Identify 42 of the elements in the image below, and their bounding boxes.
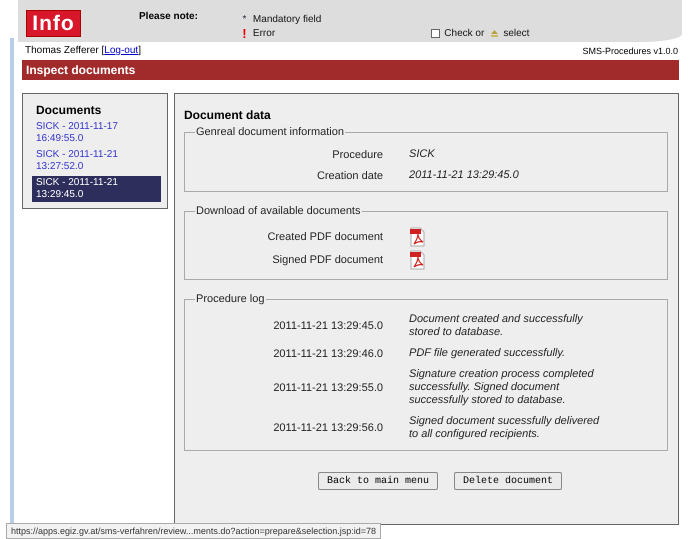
panel-title: Documents <box>36 103 102 117</box>
mandatory-symbol: * <box>241 14 248 24</box>
field-value: SICK <box>409 148 435 161</box>
log-timestamp: 2011-11-21 13:29:55.0 <box>273 382 383 394</box>
document-link[interactable]: SICK - 2011-11-21 13:29:45.0 <box>32 176 161 202</box>
logout-link[interactable]: Log-out <box>104 45 138 56</box>
fieldset-legend: Genreal document information <box>195 126 345 138</box>
action-button[interactable]: Delete document <box>454 472 562 490</box>
document-link[interactable]: SICK - 2011-11-17 16:49:55.0 <box>32 120 161 146</box>
error-symbol: ! <box>241 26 248 40</box>
field-label: Procedure <box>332 148 383 160</box>
log-timestamp: 2011-11-21 13:29:46.0 <box>273 348 383 360</box>
log-message: Document created and successfully stored to database. <box>409 313 583 339</box>
checkbox-icon <box>431 28 440 38</box>
field-label: Signed PDF document <box>272 254 383 266</box>
log-message: Signed document sucessfully delivered to all configured recipients. <box>409 415 600 441</box>
legend-text: select <box>503 28 530 38</box>
field-label: Creation date <box>316 170 383 182</box>
field-label: Created PDF document <box>267 231 383 243</box>
legend-text: Mandatory field <box>252 14 322 24</box>
select-arrow-icon <box>490 28 500 38</box>
log-timestamp: 2011-11-21 13:29:45.0 <box>273 320 383 332</box>
note-label: Please note: <box>139 11 198 24</box>
bracket-text: ] <box>138 45 141 56</box>
document-link[interactable]: SICK - 2011-11-21 13:27:52.0 <box>32 148 161 174</box>
log-message: PDF file generated successfully. <box>409 347 566 360</box>
legend-text: Error <box>252 28 276 38</box>
field-value: 2011-11-21 13:29:45.0 <box>409 169 519 182</box>
log-message: Signature creation process completed successfully. Signed document successfully stored to database. <box>409 368 594 407</box>
fieldset-legend: Download of available documents <box>195 205 362 217</box>
legend-text: Check or <box>444 28 484 38</box>
log-timestamp: 2011-11-21 13:29:56.0 <box>273 422 383 434</box>
fieldset-legend: Procedure log <box>195 293 266 305</box>
pdf-file-icon[interactable] <box>409 250 426 270</box>
version-text: SMS-Procedures v1.0.0 <box>582 46 678 56</box>
pdf-file-icon[interactable] <box>409 227 426 247</box>
panel-title: Document data <box>184 108 272 122</box>
info-logo: Info <box>26 10 81 37</box>
page-title-bar: Inspect documents <box>22 60 679 80</box>
action-button[interactable]: Back to main menu <box>318 472 438 490</box>
user-name: Thomas Zefferer [ <box>25 45 104 56</box>
status-url-tooltip: https://apps.egiz.gv.at/sms-verfahren/review...ments.do?action=prepare&selection.jsp:id=78 <box>6 523 382 539</box>
